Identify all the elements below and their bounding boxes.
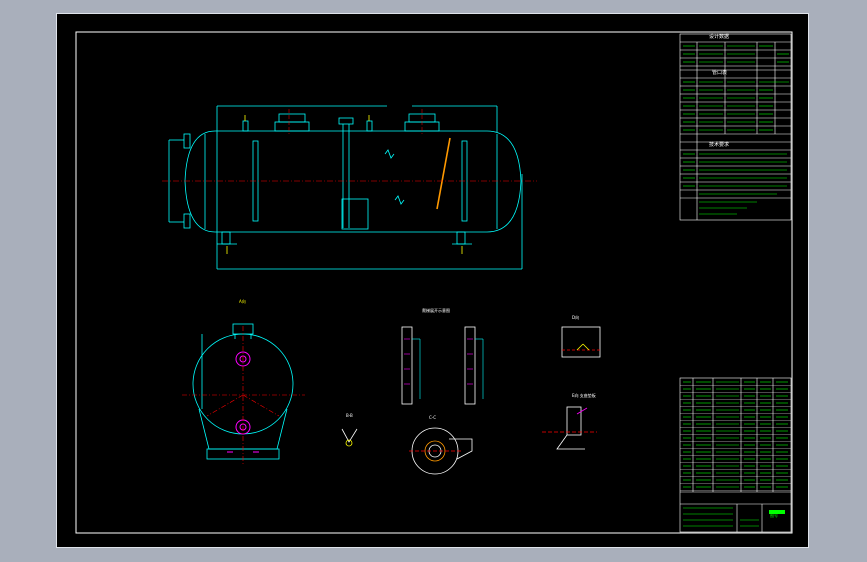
ladder-detail-label: 爬梯展开示意图 — [422, 308, 450, 313]
design-data-title: 设计数据 — [709, 34, 730, 40]
detail-c-label: C-C — [429, 415, 437, 420]
design-data-cells — [683, 45, 789, 215]
detail-d-label: D向 — [572, 315, 580, 320]
detail-b-label: B-B — [346, 413, 353, 418]
end-view-label: A向 — [239, 299, 246, 304]
detail-e — [542, 406, 597, 450]
tank-elevation-view — [168, 105, 523, 270]
title-block-label: 图号 — [770, 513, 778, 518]
parts-list-table — [679, 377, 792, 533]
parts-list-rows — [680, 381, 791, 491]
detail-d — [561, 326, 601, 358]
detail-b — [341, 428, 358, 447]
detail-c — [409, 427, 473, 475]
tech-req-title: 技术要求 — [709, 142, 730, 148]
ladder-detail — [401, 326, 476, 405]
drawing-frame — [75, 31, 793, 534]
detail-e-label: E向 支座垫板 — [572, 393, 596, 398]
nozzle-markers — [226, 115, 463, 254]
internal-ladder — [436, 137, 451, 210]
cad-drawing-canvas — [75, 31, 793, 534]
end-view-centerlines — [182, 326, 305, 464]
drawing-sheet: 设计数据 管口表 技术要求 图号 A向 爬梯展开示意图 B-B C-C D向 E… — [56, 13, 809, 548]
nozzle-table-title: 管口表 — [712, 70, 728, 76]
